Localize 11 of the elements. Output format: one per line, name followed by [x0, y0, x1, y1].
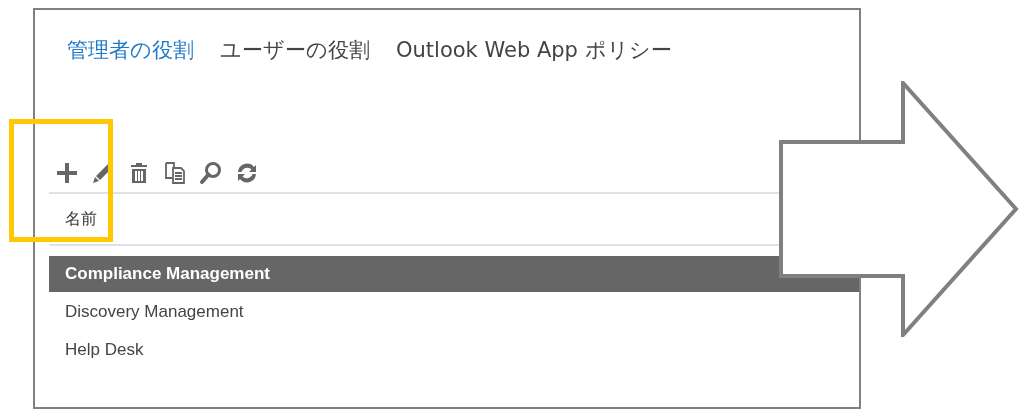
column-header[interactable]: 名前 — [49, 208, 97, 230]
search-icon[interactable] — [199, 161, 223, 185]
refresh-icon[interactable] — [235, 161, 259, 185]
add-icon[interactable] — [55, 161, 79, 185]
list-row[interactable]: Discovery Management — [49, 294, 859, 330]
tab[interactable]: 管理者の役割 — [67, 36, 194, 64]
list-row[interactable]: Compliance Management — [49, 256, 859, 292]
tab[interactable]: Outlook Web App ポリシー — [396, 36, 672, 64]
tab[interactable]: ユーザーの役割 — [220, 36, 370, 64]
copy-icon[interactable] — [163, 161, 187, 185]
list-row[interactable]: Help Desk — [49, 332, 859, 368]
